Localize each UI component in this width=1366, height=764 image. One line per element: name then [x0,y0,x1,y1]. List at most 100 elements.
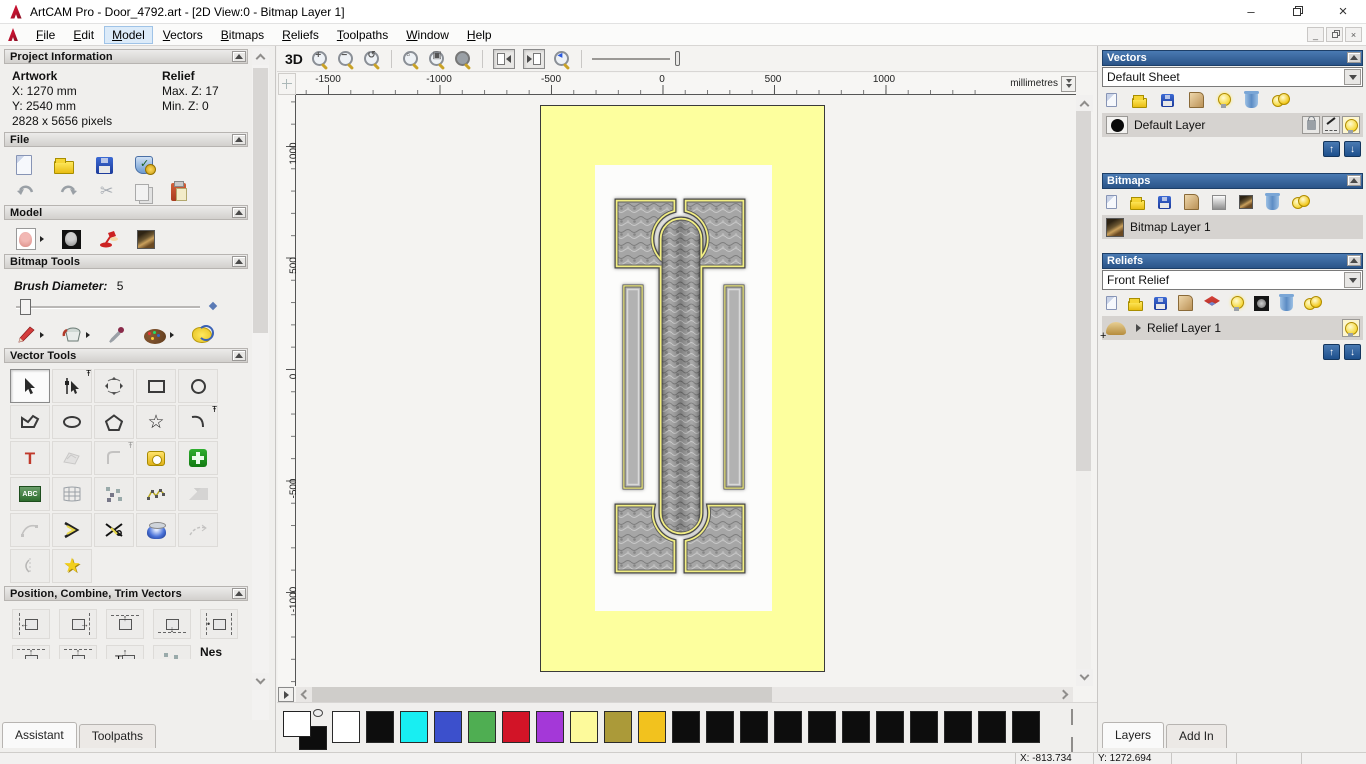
menu-bitmaps[interactable]: Bitmaps [213,26,272,44]
copy-icon[interactable] [135,183,150,201]
open-layer-icon[interactable] [1128,297,1143,311]
colour-swatch[interactable] [706,711,734,743]
colour-swatch[interactable] [604,711,632,743]
zoom-page-icon[interactable]: ▣ [428,50,446,68]
colour-swatch[interactable] [536,711,564,743]
scroll-up-button[interactable] [252,48,269,65]
tool-fit-vectors[interactable] [178,477,218,511]
scroll-down-button[interactable] [1076,669,1093,686]
flyout-arrow-icon[interactable] [40,236,44,242]
horizontal-scrollbar[interactable] [296,687,1073,702]
assistant-scrollbar[interactable] [252,48,269,720]
tool-create-ellipse[interactable] [52,405,92,439]
expand-arrow-icon[interactable] [1136,324,1141,332]
tool-align-4[interactable]: Ŧ↑ [106,645,144,659]
tool-envelope-distort[interactable] [52,477,92,511]
tool-select-vectors[interactable] [10,369,50,403]
greyscale-view-icon[interactable] [1212,194,1226,210]
all-layers-visibility-icon[interactable] [1272,92,1290,108]
colour-swatch[interactable] [774,711,802,743]
scrollbar-thumb[interactable] [253,68,268,333]
all-layers-visibility-icon[interactable] [1292,194,1310,210]
tool-create-rectangle[interactable] [136,369,176,403]
colour-swatch[interactable] [876,711,904,743]
tool-transform-vectors[interactable] [94,369,134,403]
tool-create-circle[interactable] [178,369,218,403]
delete-layer-icon[interactable] [1243,90,1259,108]
open-layer-icon[interactable] [1130,196,1145,210]
dropdown-button[interactable] [1344,69,1361,85]
snap-right-button[interactable] [522,48,545,69]
scroll-down-button[interactable] [252,673,269,690]
tool-text-on-curve[interactable]: ABC [10,477,50,511]
tool-align-bottom[interactable]: ↓ [153,609,191,639]
tool-create-text[interactable]: T [10,441,50,475]
mdi-close-button[interactable]: × [1345,27,1362,42]
vector-layer-row[interactable]: Default Layer [1102,113,1363,137]
tool-align-3[interactable]: ↑ [59,645,97,659]
menu-edit[interactable]: Edit [65,26,102,44]
model-properties-icon[interactable] [135,156,156,175]
move-layer-down-button[interactable]: ↓ [1344,344,1361,360]
tab-assistant[interactable]: Assistant [2,722,77,748]
relief-select[interactable]: Front Relief [1102,270,1363,290]
colour-swatch[interactable] [468,711,496,743]
tool-align-right[interactable]: → [59,609,97,639]
tool-block-copy[interactable] [94,477,134,511]
tool-fit-polyline[interactable] [136,477,176,511]
tab-add-in[interactable]: Add In [1166,724,1227,748]
primary-colour-chip[interactable] [283,711,311,737]
menu-model[interactable]: Model [104,25,153,44]
move-layer-down-button[interactable]: ↓ [1344,141,1361,157]
flyout-arrow-icon[interactable] [86,331,90,338]
menu-reliefs[interactable]: Reliefs [274,26,327,44]
new-model-icon[interactable] [16,155,32,175]
colour-picker-icon[interactable] [108,326,126,344]
menu-file[interactable]: File [28,26,63,44]
tool-nesting[interactable]: Nes [200,645,222,659]
menu-help[interactable]: Help [459,26,500,44]
scroll-right-button[interactable] [1058,687,1073,702]
scrollbar-thumb[interactable] [312,687,772,702]
tool-paste-array[interactable] [153,645,191,659]
colour-swatch[interactable] [944,711,972,743]
tool-node-editing[interactable]: Ŧ [52,369,92,403]
move-layer-up-button[interactable]: ↑ [1323,141,1340,157]
colour-swatch[interactable] [332,711,360,743]
eraser-icon[interactable] [192,324,214,343]
tool-mirror-vectors[interactable] [10,549,50,583]
tool-create-polygon[interactable] [94,405,134,439]
colour-swatch[interactable] [672,711,700,743]
palette-scroll-up[interactable] [1071,709,1073,725]
menu-window[interactable]: Window [398,26,457,44]
collapse-button[interactable] [1347,52,1361,63]
tool-align-left[interactable]: ← [12,609,50,639]
open-model-icon[interactable] [54,158,74,174]
zoom-previous-icon[interactable]: ↺ [363,50,381,68]
tool-align-top[interactable]: ↑ [106,609,144,639]
toggle-visibility-icon[interactable] [1231,295,1244,311]
open-layer-icon[interactable] [1131,94,1147,108]
set-model-size-icon[interactable] [16,228,36,250]
zoom-in-icon[interactable]: + [311,50,329,68]
merge-layers-icon[interactable] [1184,194,1199,210]
all-layers-visibility-icon[interactable] [1304,295,1322,311]
primary-secondary-colours[interactable] [283,709,331,751]
zoom-slider[interactable] [591,50,682,68]
tool-spin-vectors[interactable] [136,513,176,547]
toggle-visibility-icon[interactable] [1218,92,1231,108]
collapse-button[interactable] [232,350,246,361]
merge-layers-icon[interactable] [1178,295,1193,311]
save-layer-icon[interactable] [1161,93,1174,107]
relief-layer-row[interactable]: Relief Layer 1 [1100,316,1363,342]
pan-zoom-icon[interactable]: ◂ [553,50,571,68]
colour-swatch[interactable] [910,711,938,743]
save-layer-icon[interactable] [1154,296,1167,310]
redo-icon[interactable] [58,185,78,199]
merge-layers-icon[interactable] [1188,92,1204,108]
tab-layers[interactable]: Layers [1102,722,1165,748]
save-model-icon[interactable] [96,156,113,174]
mdi-minimize-button[interactable]: _ [1307,27,1324,42]
units-dropdown-button[interactable] [1061,75,1076,92]
colour-swatch[interactable] [740,711,768,743]
